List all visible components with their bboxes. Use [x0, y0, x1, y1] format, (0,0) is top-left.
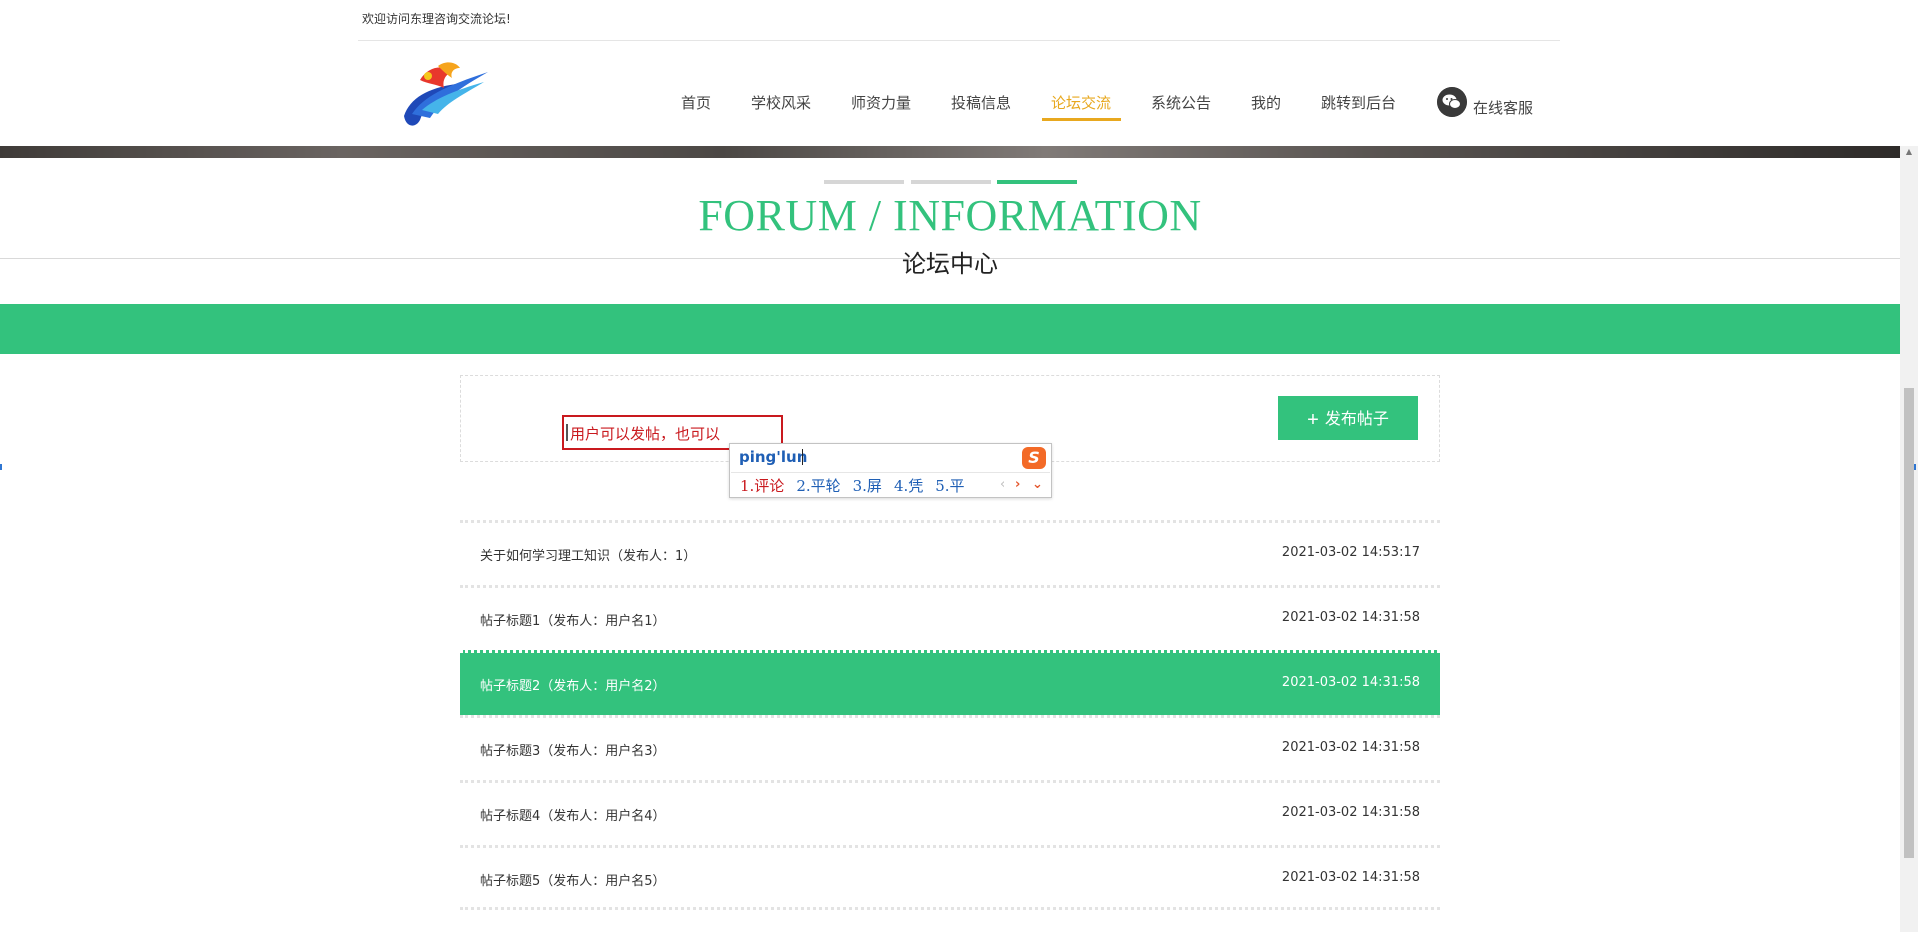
- nav-item-3[interactable]: 师资力量: [851, 92, 911, 113]
- publish-post-button[interactable]: + 发布帖子: [1278, 396, 1418, 440]
- post-title[interactable]: 帖子标题4（发布人：用户名4）: [480, 805, 666, 824]
- welcome-text: 欢迎访问东理咨询交流论坛!: [362, 12, 511, 26]
- top-divider: [358, 40, 1560, 41]
- post-title[interactable]: 帖子标题2（发布人：用户名2）: [480, 675, 666, 694]
- title-bar: [824, 180, 904, 184]
- plus-icon: +: [1307, 408, 1319, 431]
- nav-item-7[interactable]: 我的: [1251, 92, 1281, 113]
- ime-popup: ping'lun S 1.评论 2.平轮 3.屏 4.凭 5.平 ‹ › ⌄: [729, 443, 1052, 498]
- post-time: 2021-03-02 14:31:58: [1281, 610, 1420, 625]
- title-bar-active: [997, 180, 1077, 184]
- nav-active-underline: [1042, 118, 1121, 121]
- nav-item-2[interactable]: 学校风采: [751, 92, 811, 113]
- ime-candidate[interactable]: 4.凭: [894, 477, 923, 495]
- post-title[interactable]: 关于如何学习理工知识（发布人：1）: [480, 545, 696, 564]
- scrollbar-thumb[interactable]: [1904, 388, 1914, 858]
- scroll-up-arrow-icon[interactable]: ▲: [1900, 146, 1918, 158]
- right-edge-mark: [1914, 464, 1916, 470]
- ime-candidate[interactable]: 5.平: [935, 477, 964, 495]
- post-row[interactable]: 关于如何学习理工知识（发布人：1） 2021-03-02 14:53:17: [460, 520, 1440, 585]
- nav-item-8[interactable]: 跳转到后台: [1321, 92, 1396, 113]
- nav-item-6[interactable]: 系统公告: [1151, 92, 1211, 113]
- post-time: 2021-03-02 14:31:58: [1281, 675, 1420, 690]
- post-row[interactable]: 帖子标题5（发布人：用户名5） 2021-03-02 14:31:58: [460, 845, 1440, 910]
- post-time: 2021-03-02 14:53:17: [1281, 545, 1420, 560]
- ime-candidates: 1.评论 2.平轮 3.屏 4.凭 5.平: [740, 475, 977, 496]
- post-time: 2021-03-02 14:31:58: [1281, 870, 1420, 885]
- ime-cursor: [802, 449, 803, 465]
- text-caret: [566, 424, 568, 441]
- title-bar: [911, 180, 991, 184]
- ime-next-icon[interactable]: ›: [1015, 477, 1020, 492]
- section-title-cn: 论坛中心: [902, 250, 998, 278]
- post-title[interactable]: 帖子标题5（发布人：用户名5）: [480, 870, 666, 889]
- post-row[interactable]: 帖子标题2（发布人：用户名2） 2021-03-02 14:31:58: [460, 650, 1440, 715]
- nav-item-1[interactable]: 首页: [681, 92, 711, 113]
- post-list: 关于如何学习理工知识（发布人：1） 2021-03-02 14:53:17 帖子标题…: [460, 520, 1440, 910]
- ime-expand-icon[interactable]: ⌄: [1032, 477, 1043, 492]
- post-title[interactable]: 帖子标题1（发布人：用户名1）: [480, 610, 666, 629]
- nav-item-4[interactable]: 投稿信息: [951, 92, 1011, 113]
- ime-candidate[interactable]: 2.平轮: [796, 477, 840, 495]
- nav-item-5[interactable]: 论坛交流: [1051, 92, 1111, 113]
- ime-candidate[interactable]: 1.评论: [740, 477, 784, 495]
- publish-post-label: 发布帖子: [1324, 410, 1389, 428]
- ime-divider: [731, 472, 1050, 473]
- post-row[interactable]: 帖子标题4（发布人：用户名4） 2021-03-02 14:31:58: [460, 780, 1440, 845]
- online-service-link[interactable]: 在线客服: [1473, 97, 1533, 118]
- post-title[interactable]: 帖子标题3（发布人：用户名3）: [480, 740, 666, 759]
- post-row[interactable]: 帖子标题3（发布人：用户名3） 2021-03-02 14:31:58: [460, 715, 1440, 780]
- ime-pinyin: ping'lun: [739, 448, 808, 466]
- post-time: 2021-03-02 14:31:58: [1281, 805, 1420, 820]
- post-time: 2021-03-02 14:31:58: [1281, 740, 1420, 755]
- post-row[interactable]: 帖子标题1（发布人：用户名1） 2021-03-02 14:31:58: [460, 585, 1440, 650]
- green-banner: [0, 304, 1900, 354]
- ime-prev-icon[interactable]: ‹: [1000, 477, 1005, 492]
- main-nav: 首页 学校风采 师资力量 投稿信息 论坛交流 系统公告 我的 跳转到后台: [0, 92, 1900, 116]
- section-title-en: FORUM / INFORMATION: [698, 191, 1202, 240]
- ime-candidate[interactable]: 3.屏: [853, 477, 882, 495]
- left-edge-mark: [0, 464, 2, 470]
- wechat-icon[interactable]: [1437, 87, 1467, 117]
- sogou-logo-icon[interactable]: S: [1022, 447, 1046, 469]
- banner-image: [0, 146, 1900, 158]
